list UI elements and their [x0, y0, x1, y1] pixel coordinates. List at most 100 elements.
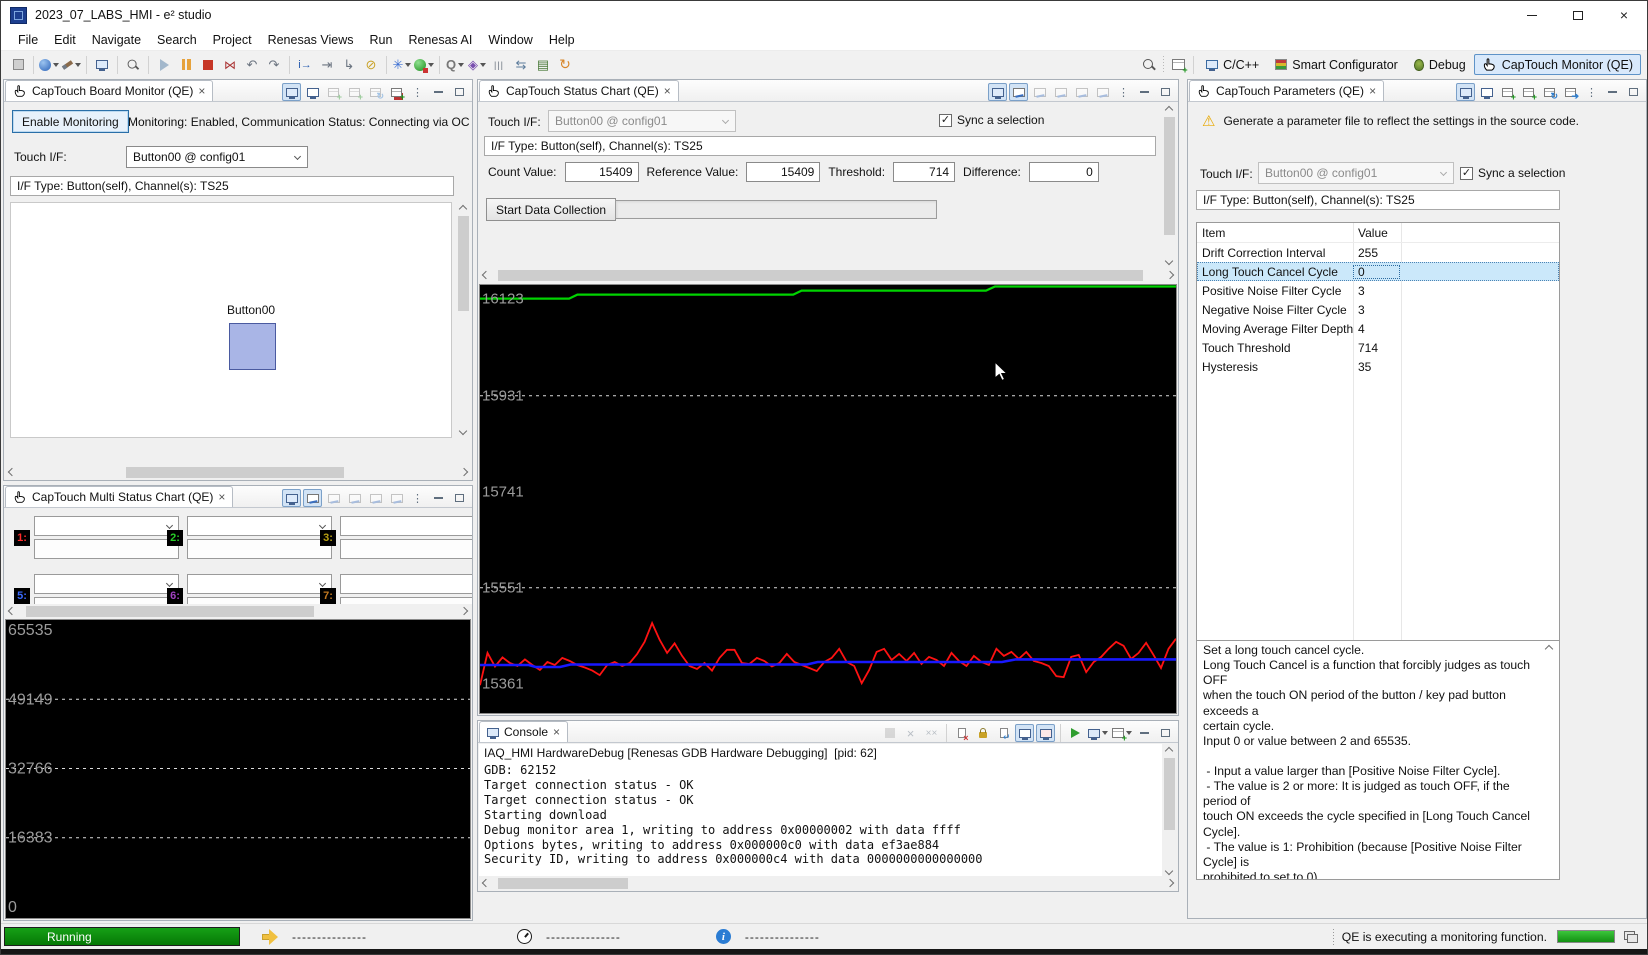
- remove-all-launches-icon[interactable]: ××: [922, 724, 941, 742]
- close-icon[interactable]: ×: [664, 84, 671, 98]
- column-header-value[interactable]: Value: [1353, 226, 1400, 240]
- search-icon[interactable]: [1139, 54, 1159, 75]
- menu-window[interactable]: Window: [480, 31, 540, 49]
- status-vscrollbar[interactable]: [1162, 103, 1177, 268]
- reference-value-field[interactable]: 15409: [746, 162, 820, 182]
- window-close-button[interactable]: ×: [1601, 1, 1647, 29]
- minimize-view-icon[interactable]: [1135, 724, 1154, 742]
- slot-channel-select[interactable]: [34, 516, 179, 536]
- maximize-view-icon[interactable]: [1624, 83, 1643, 101]
- menu-edit[interactable]: Edit: [46, 31, 84, 49]
- inspect-icon[interactable]: [123, 54, 143, 75]
- save-icon[interactable]: [8, 54, 28, 75]
- menu-navigate[interactable]: Navigate: [84, 31, 149, 49]
- clear-console-icon[interactable]: [952, 724, 971, 742]
- open-board-view-icon[interactable]: [303, 83, 322, 101]
- column-header-item[interactable]: Item: [1197, 226, 1353, 240]
- console-hscrollbar[interactable]: [478, 876, 1178, 891]
- parameter-value[interactable]: 255: [1353, 246, 1400, 260]
- sync-monitor-icon[interactable]: [988, 83, 1007, 101]
- tab-captouch-multi-status-chart[interactable]: CapTouch Multi Status Chart (QE)×: [5, 486, 233, 507]
- minimize-view-icon[interactable]: [1603, 83, 1622, 101]
- tab-captouch-board-monitor[interactable]: CapTouch Board Monitor (QE)×: [5, 80, 213, 101]
- menu-help[interactable]: Help: [541, 31, 583, 49]
- scroll-lock-icon[interactable]: [973, 724, 992, 742]
- zoom-out-chart-icon[interactable]: [345, 489, 364, 507]
- parameter-value[interactable]: 714: [1353, 341, 1400, 355]
- parameter-row[interactable]: Hysteresis35: [1197, 357, 1559, 376]
- board-button-shape[interactable]: [229, 323, 276, 370]
- enable-monitoring-button[interactable]: Enable Monitoring: [12, 110, 129, 133]
- record-icon[interactable]: [387, 83, 406, 101]
- minimize-view-icon[interactable]: [429, 83, 448, 101]
- parameter-value[interactable]: 35: [1353, 360, 1400, 374]
- count-value-field[interactable]: 15409: [565, 162, 639, 182]
- build-icon[interactable]: [61, 54, 81, 75]
- view-menu-icon[interactable]: ⋮: [1582, 83, 1601, 101]
- menu-file[interactable]: File: [10, 31, 46, 49]
- menu-renesas-views[interactable]: Renesas Views: [260, 31, 362, 49]
- slot-channel-select[interactable]: [340, 574, 472, 594]
- disconnect-icon[interactable]: ⋈: [220, 54, 240, 75]
- word-wrap-icon[interactable]: [994, 724, 1013, 742]
- maximize-view-icon[interactable]: [450, 83, 469, 101]
- minimize-view-icon[interactable]: [429, 489, 448, 507]
- profile-icon[interactable]: ◈: [467, 54, 487, 75]
- console-vscrollbar[interactable]: [1162, 744, 1177, 878]
- step-over-icon[interactable]: ↷: [264, 54, 284, 75]
- status-hscrollbar[interactable]: [478, 268, 1178, 283]
- sync-monitor-icon[interactable]: [1456, 83, 1475, 101]
- skip-breakpoints-icon[interactable]: ⊘: [361, 54, 381, 75]
- parameter-row[interactable]: Negative Noise Filter Cycle3: [1197, 300, 1559, 319]
- reload-icon[interactable]: ↻: [555, 54, 575, 75]
- view-menu-icon[interactable]: ⋮: [408, 489, 427, 507]
- parameter-row[interactable]: Positive Noise Filter Cycle3: [1197, 281, 1559, 300]
- pipeline-icon[interactable]: |||: [489, 54, 509, 75]
- open-board-view-icon[interactable]: [1477, 83, 1496, 101]
- show-console-stderr-icon[interactable]: [1036, 724, 1055, 742]
- sync-monitor-icon[interactable]: [282, 83, 301, 101]
- background-jobs-icon[interactable]: [1624, 931, 1637, 942]
- perspective-captouch-monitor[interactable]: CapTouch Monitor (QE): [1474, 54, 1641, 75]
- parameter-value[interactable]: 4: [1353, 322, 1400, 336]
- suspend-icon[interactable]: [176, 54, 196, 75]
- coverage-icon[interactable]: Q: [445, 54, 465, 75]
- insert-parameter-icon[interactable]: [1519, 83, 1538, 101]
- start-data-collection-button[interactable]: Start Data Collection: [486, 198, 616, 221]
- close-icon[interactable]: ×: [1369, 84, 1376, 98]
- minimize-view-icon[interactable]: [1135, 83, 1154, 101]
- sync-selection-checkbox[interactable]: ✓ Sync a selection: [1460, 166, 1565, 180]
- parameter-row[interactable]: Touch Threshold714: [1197, 338, 1559, 357]
- new-wizard-icon[interactable]: [39, 54, 59, 75]
- export-chart-icon[interactable]: [366, 489, 385, 507]
- terminate-icon[interactable]: [198, 54, 218, 75]
- sync-monitor-icon[interactable]: [282, 489, 301, 507]
- view-menu-icon[interactable]: ⋮: [1114, 83, 1133, 101]
- manual-icon[interactable]: ▤: [533, 54, 553, 75]
- jump-icon[interactable]: ↳: [339, 54, 359, 75]
- parameter-row[interactable]: Drift Correction Interval255: [1197, 243, 1559, 262]
- board-hscrollbar[interactable]: [4, 465, 472, 480]
- run-launch-icon[interactable]: [414, 54, 434, 75]
- slot-channel-select[interactable]: [34, 574, 179, 594]
- pin-console-icon[interactable]: [1066, 724, 1085, 742]
- tab-captouch-status-chart[interactable]: CapTouch Status Chart (QE)×: [479, 80, 679, 101]
- touch-if-select[interactable]: Button00 @ config01: [126, 146, 308, 168]
- slot-channel-select[interactable]: [187, 516, 332, 536]
- open-perspective-icon[interactable]: [1168, 54, 1188, 75]
- step-return-icon[interactable]: ↶: [242, 54, 262, 75]
- compare-icon[interactable]: ⇆: [511, 54, 531, 75]
- skip-icon[interactable]: ⇥: [317, 54, 337, 75]
- menu-search[interactable]: Search: [149, 31, 205, 49]
- close-icon[interactable]: ×: [553, 725, 560, 739]
- window-minimize-button[interactable]: [1509, 1, 1555, 29]
- zoom-in-chart-icon[interactable]: [324, 489, 343, 507]
- save-snapshot-alt-icon[interactable]: [345, 83, 364, 101]
- export-chart-icon[interactable]: [1072, 83, 1091, 101]
- maximize-view-icon[interactable]: [1156, 724, 1175, 742]
- menu-run[interactable]: Run: [362, 31, 401, 49]
- view-menu-icon[interactable]: ⋮: [408, 83, 427, 101]
- tab-captouch-parameters[interactable]: CapTouch Parameters (QE)×: [1189, 80, 1384, 101]
- parameter-row[interactable]: Long Touch Cancel Cycle0: [1197, 262, 1559, 281]
- close-icon[interactable]: ×: [198, 84, 205, 98]
